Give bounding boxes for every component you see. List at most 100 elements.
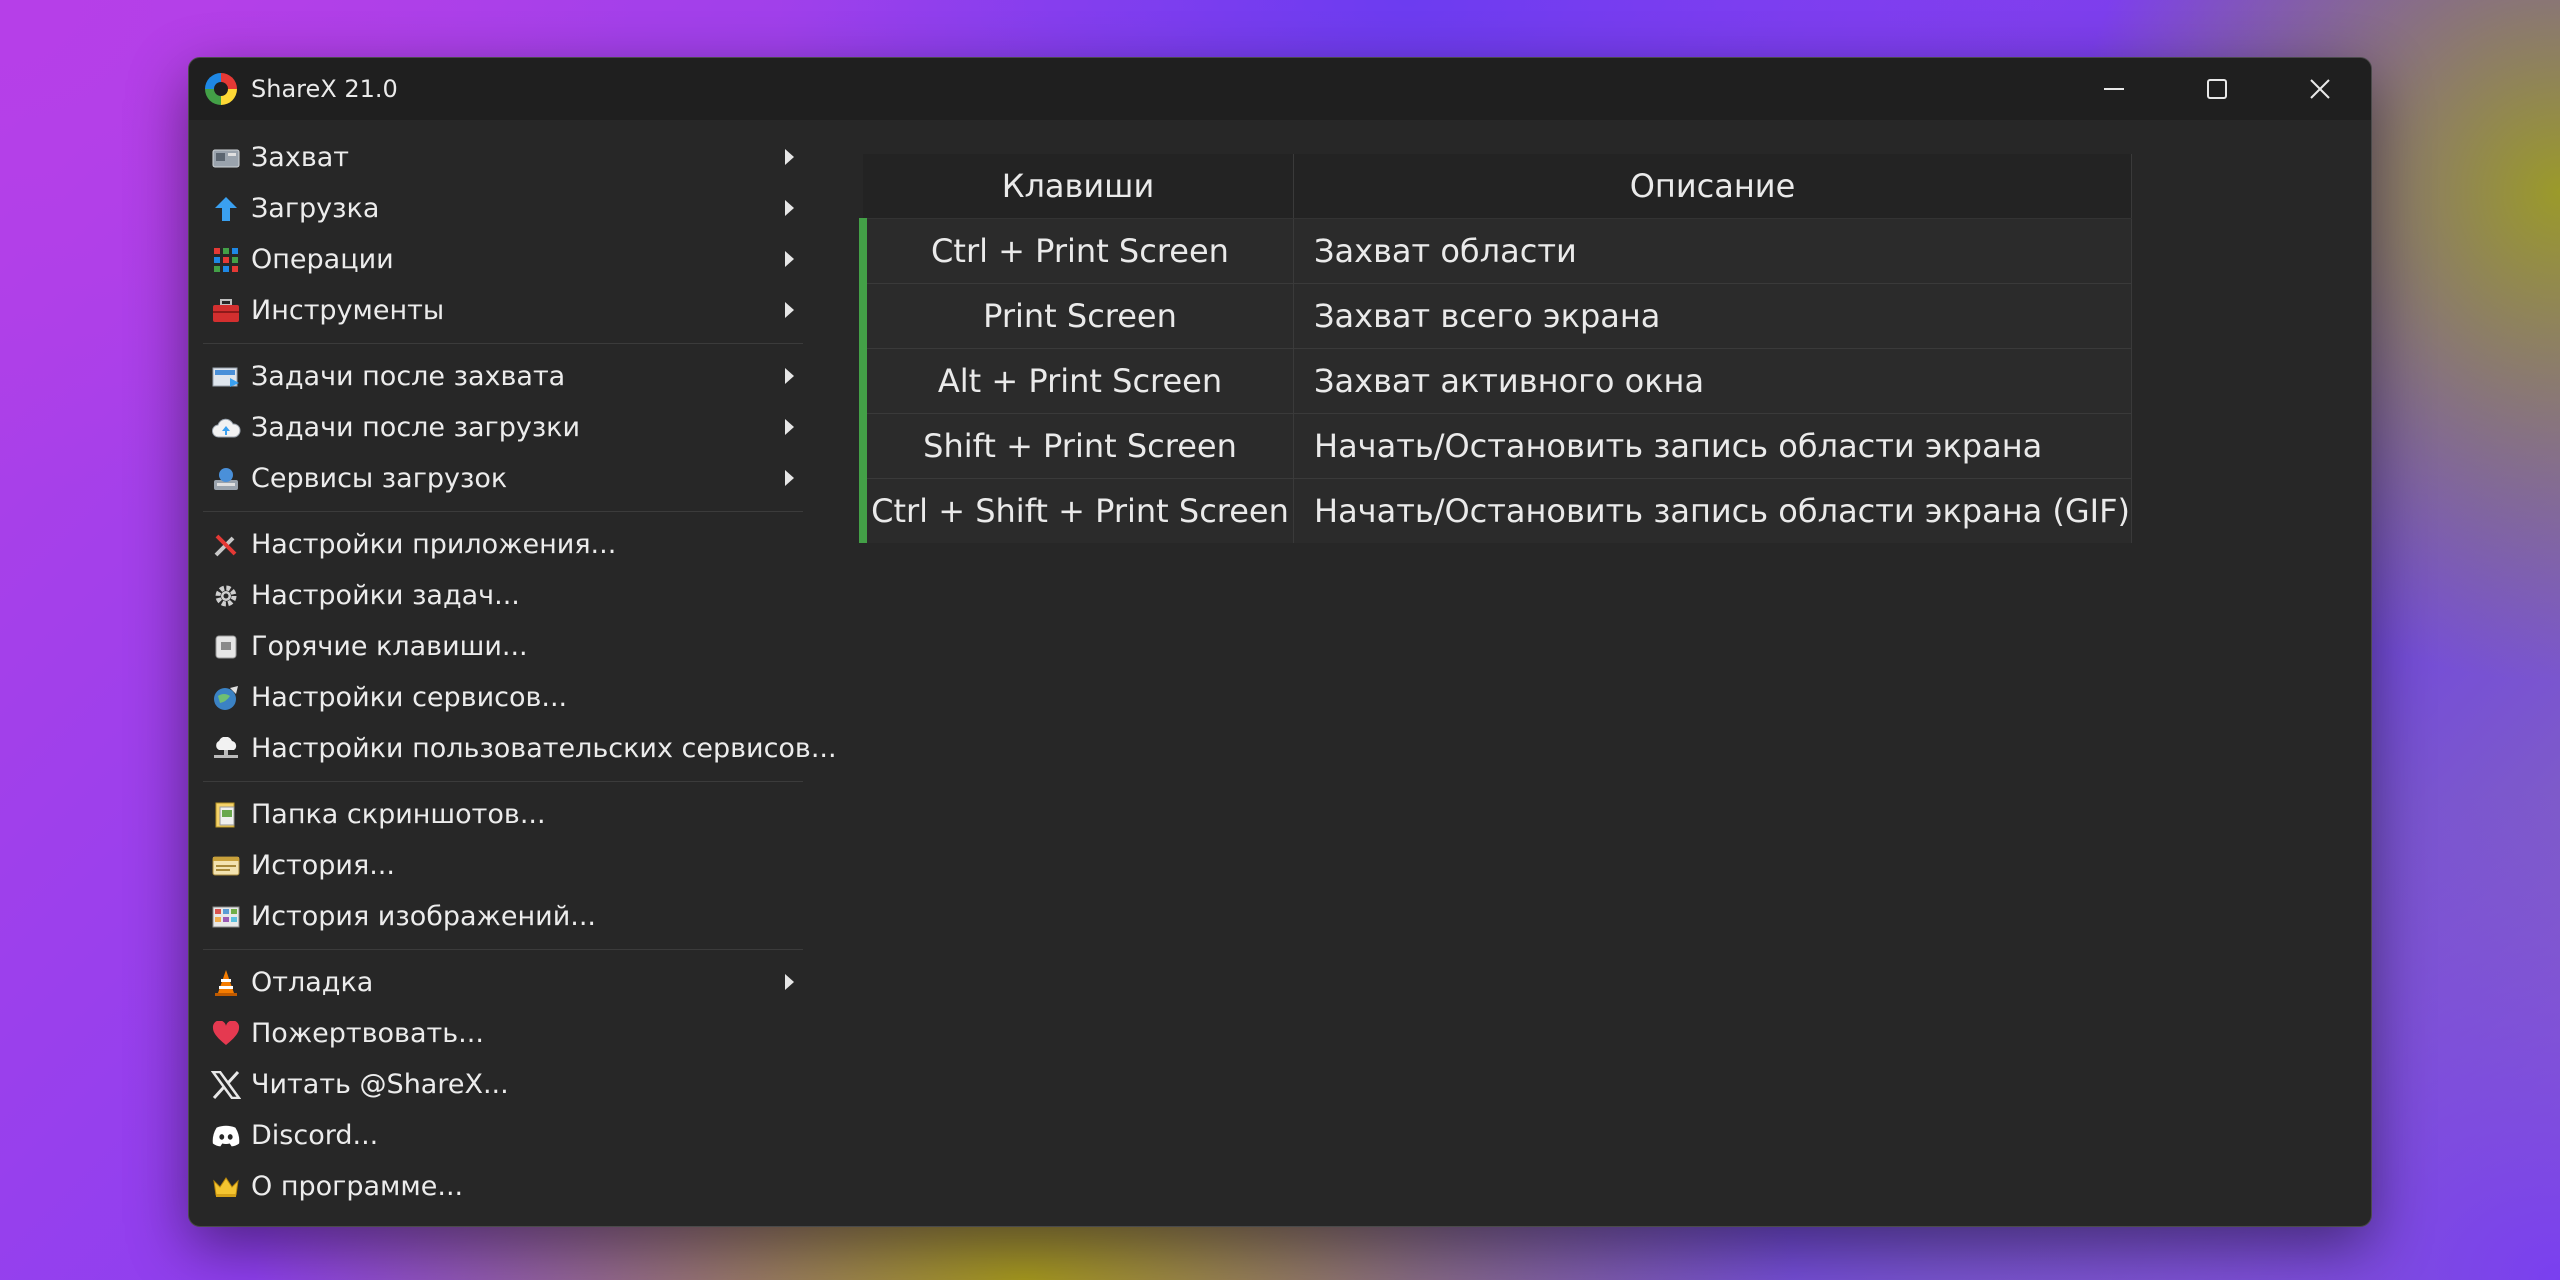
menu-item-label: Загрузка (251, 193, 380, 224)
hotkey-description: Захват всего экрана (1293, 283, 2132, 349)
menu-item[interactable]: Discord... (203, 1110, 803, 1161)
menu-item[interactable]: Настройки приложения... (203, 519, 803, 570)
x-logo-icon (211, 1070, 241, 1100)
menu-item-label: О программе... (251, 1171, 464, 1202)
menu-item[interactable]: История изображений... (203, 891, 803, 942)
menu-item-label: Настройки пользовательских сервисов... (251, 733, 837, 764)
menu-item[interactable]: Отладка (203, 957, 803, 1008)
menu-item-label: Сервисы загрузок (251, 463, 508, 494)
hotkey-keys: Ctrl + Shift + Print Screen (859, 478, 1294, 543)
sharex-logo-icon (205, 73, 237, 105)
menu-item[interactable]: Настройки задач... (203, 570, 803, 621)
menu-separator (203, 343, 803, 344)
gear-icon (211, 581, 241, 611)
menu-item[interactable]: Пожертвовать... (203, 1008, 803, 1059)
menu-item[interactable]: О программе... (203, 1161, 803, 1212)
hotkey-keys: Alt + Print Screen (859, 348, 1294, 414)
menu-item-label: Настройки задач... (251, 580, 520, 611)
menu-item-label: Отладка (251, 967, 374, 998)
cloud-icon (211, 413, 241, 443)
menu-item-label: Операции (251, 244, 394, 275)
menu-item[interactable]: Настройки сервисов... (203, 672, 803, 723)
submenu-arrow-icon (785, 200, 794, 216)
submenu-arrow-icon (785, 149, 794, 165)
menu-item-label: История изображений... (251, 901, 596, 932)
maximize-button[interactable] (2165, 58, 2268, 120)
menu-item-label: Захват (251, 142, 350, 173)
toolbox-icon (211, 296, 241, 326)
hotkey-description: Захват активного окна (1293, 348, 2132, 414)
menu-item-label: Задачи после захвата (251, 361, 566, 392)
close-button[interactable] (2268, 58, 2371, 120)
menu-item[interactable]: Задачи после загрузки (203, 402, 803, 453)
column-header-description[interactable]: Описание (1293, 154, 2132, 219)
crown-icon (211, 1172, 241, 1202)
upload-services-icon (211, 464, 241, 494)
column-header-keys[interactable]: Клавиши (863, 154, 1294, 219)
minimize-icon (2103, 88, 2124, 90)
submenu-arrow-icon (785, 368, 794, 384)
menu-item-label: Папка скриншотов... (251, 799, 546, 830)
hotkey-description: Начать/Остановить запись области экрана (1293, 413, 2132, 479)
window-controls (2062, 58, 2371, 120)
hotkey-keys: Shift + Print Screen (859, 413, 1294, 479)
hotkey-keys: Ctrl + Print Screen (859, 218, 1294, 284)
menu-item[interactable]: Настройки пользовательских сервисов... (203, 723, 837, 774)
submenu-arrow-icon (785, 419, 794, 435)
folder-icon (211, 800, 241, 830)
table-row[interactable]: Shift + Print Screen Начать/Остановить з… (859, 413, 2132, 479)
minimize-button[interactable] (2062, 58, 2165, 120)
menu-item-label: Читать @ShareX... (251, 1069, 509, 1100)
sharex-window: ShareX 21.0 Захват Загрузка Операции Инстру… (188, 57, 2372, 1227)
table-row[interactable]: Ctrl + Shift + Print Screen Начать/Остан… (859, 478, 2132, 543)
menu-item-label: Настройки сервисов... (251, 682, 568, 713)
submenu-arrow-icon (785, 470, 794, 486)
menu-item[interactable]: Захват (203, 132, 803, 183)
hotkey-description: Захват области (1293, 218, 2132, 284)
keyboard-icon (211, 632, 241, 662)
image-history-icon (211, 902, 241, 932)
hotkey-keys: Print Screen (859, 283, 1294, 349)
window-body: Захват Загрузка Операции Инструменты Задачи … (189, 120, 2371, 1226)
submenu-arrow-icon (785, 251, 794, 267)
menu-separator (203, 511, 803, 512)
dots-grid-icon (211, 245, 241, 275)
menu-item-label: Горячие клавиши... (251, 631, 528, 662)
submenu-arrow-icon (785, 302, 794, 318)
table-row[interactable]: Print Screen Захват всего экрана (859, 283, 2132, 349)
menu-item[interactable]: Сервисы загрузок (203, 453, 803, 504)
menu-item[interactable]: Задачи после захвата (203, 351, 803, 402)
camera-icon (211, 143, 241, 173)
menu-item-label: Задачи после загрузки (251, 412, 581, 443)
traffic-cone-icon (211, 968, 241, 998)
maximize-icon (2206, 79, 2227, 99)
table-row[interactable]: Ctrl + Print Screen Захват области (859, 218, 2132, 284)
hotkeys-header-row: Клавиши Описание (863, 154, 2132, 219)
menu-item[interactable]: История... (203, 840, 803, 891)
menu-item[interactable]: Операции (203, 234, 803, 285)
table-row[interactable]: Alt + Print Screen Захват активного окна (859, 348, 2132, 414)
menu-item[interactable]: Читать @ShareX... (203, 1059, 803, 1110)
menu-item[interactable]: Инструменты (203, 285, 803, 336)
menu-separator (203, 781, 803, 782)
upload-arrow-icon (211, 194, 241, 224)
submenu-arrow-icon (785, 974, 794, 990)
hotkey-description: Начать/Остановить запись области экрана … (1293, 478, 2132, 543)
discord-icon (211, 1121, 241, 1151)
tools-icon (211, 530, 241, 560)
window-title: ShareX 21.0 (251, 75, 398, 103)
menu-item[interactable]: Горячие клавиши... (203, 621, 803, 672)
hotkeys-table: Клавиши Описание Ctrl + Print Screen Зах… (859, 154, 2132, 543)
close-icon (2309, 79, 2330, 99)
menu-item-label: Discord... (251, 1120, 379, 1151)
globe-icon (211, 683, 241, 713)
menu-item-label: История... (251, 850, 395, 881)
menu-item[interactable]: Загрузка (203, 183, 803, 234)
menu-separator (203, 949, 803, 950)
menu-item[interactable]: Папка скриншотов... (203, 789, 803, 840)
title-bar[interactable]: ShareX 21.0 (189, 58, 2371, 120)
after-capture-icon (211, 362, 241, 392)
history-icon (211, 851, 241, 881)
main-menu: Захват Загрузка Операции Инструменты Задачи … (203, 132, 837, 1212)
menu-item-label: Пожертвовать... (251, 1018, 484, 1049)
